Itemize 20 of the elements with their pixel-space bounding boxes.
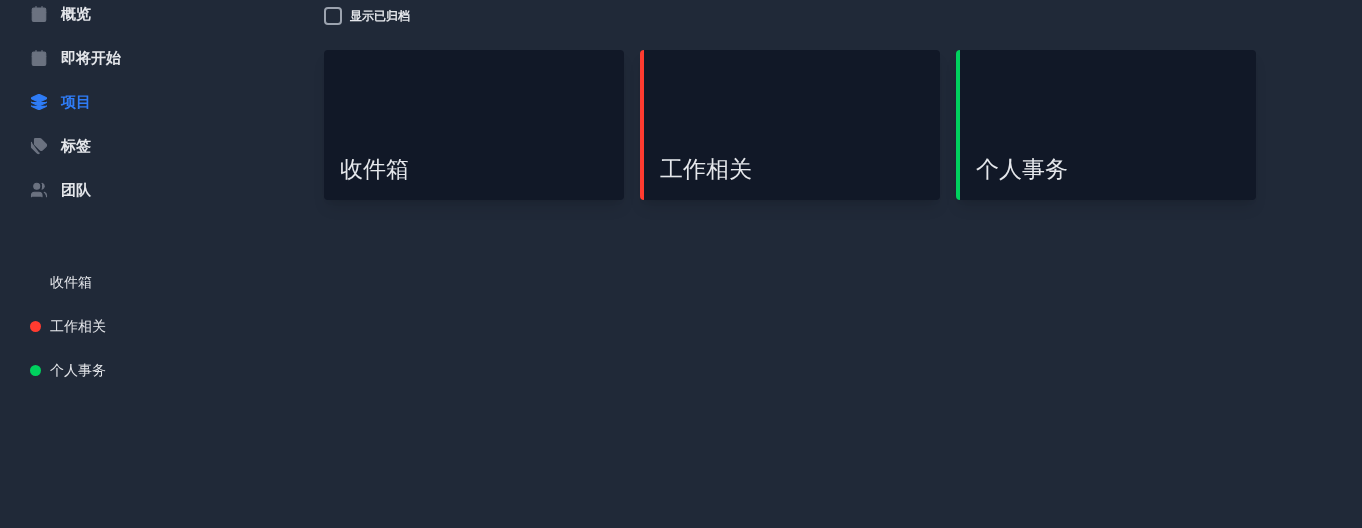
tags-icon xyxy=(30,137,48,155)
nav-item[interactable]: 标签 xyxy=(30,124,300,168)
card-title: 个人事务 xyxy=(976,154,1068,184)
card-title: 工作相关 xyxy=(660,154,752,184)
checkbox-label: 显示已归档 xyxy=(350,8,410,25)
nav-item[interactable]: 概览 xyxy=(30,0,300,36)
nav-item[interactable]: 项目 xyxy=(30,80,300,124)
checkbox[interactable] xyxy=(324,7,342,25)
nav-item[interactable]: 即将开始 xyxy=(30,36,300,80)
project-card[interactable]: 工作相关 xyxy=(640,50,940,200)
project-item[interactable]: 个人事务 xyxy=(30,348,300,392)
project-card[interactable]: 收件箱 xyxy=(324,50,624,200)
project-item[interactable]: 工作相关 xyxy=(30,304,300,348)
project-item[interactable]: 收件箱 xyxy=(30,260,300,304)
project-card[interactable]: 个人事务 xyxy=(956,50,1256,200)
calendar-icon xyxy=(30,5,48,23)
card-title: 收件箱 xyxy=(340,154,409,184)
nav-item[interactable]: 团队 xyxy=(30,168,300,212)
users-icon xyxy=(30,181,48,199)
layers-icon xyxy=(30,93,48,111)
